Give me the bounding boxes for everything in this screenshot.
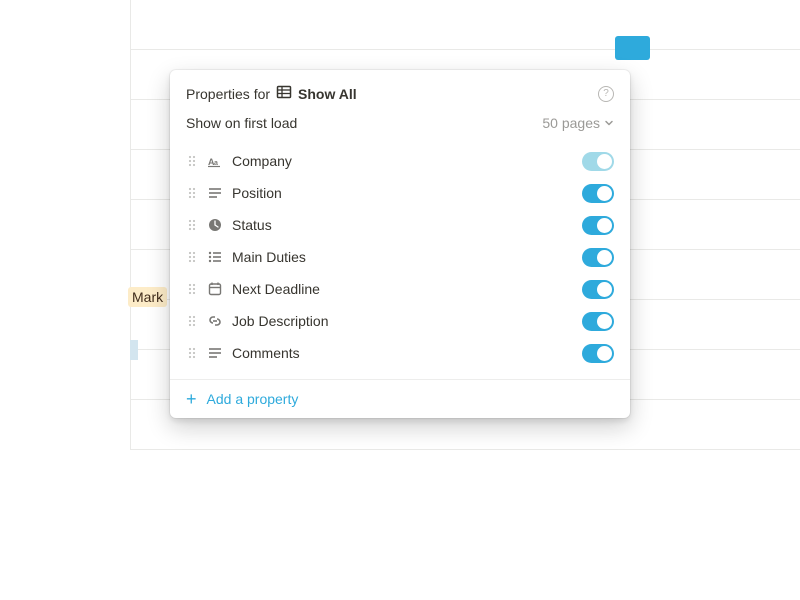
add-property-label: Add a property [207,391,299,407]
pages-value: 50 pages [542,115,600,131]
visibility-toggle[interactable] [582,344,614,363]
text-property-icon: Aa [206,153,224,169]
property-label: Main Duties [232,249,574,265]
link-property-icon [206,313,224,329]
property-row[interactable]: Aa Company [178,145,622,177]
help-icon[interactable]: ? [598,86,614,102]
first-load-label: Show on first load [186,115,297,131]
drag-handle-icon[interactable] [186,314,198,328]
chevron-down-icon [604,115,614,131]
property-label: Job Description [232,313,574,329]
property-row[interactable]: Main Duties [178,241,622,273]
drag-handle-icon[interactable] [186,186,198,200]
property-row[interactable]: Status [178,209,622,241]
background-cell-partial [130,340,138,360]
plus-icon: + [186,390,197,408]
status-property-icon [206,217,224,233]
visibility-toggle[interactable] [582,184,614,203]
drag-handle-icon[interactable] [186,154,198,168]
properties-panel: Properties for Show All ? Show on first … [170,70,630,418]
lines-property-icon [206,345,224,361]
panel-title-prefix: Properties for [186,86,270,102]
property-row[interactable]: Job Description [178,305,622,337]
drag-handle-icon[interactable] [186,250,198,264]
panel-subheader: Show on first load 50 pages [170,109,630,141]
table-view-icon [276,84,292,103]
date-property-icon [206,281,224,297]
pages-select[interactable]: 50 pages [542,115,614,131]
panel-header: Properties for Show All ? [170,70,630,109]
visibility-toggle[interactable] [582,216,614,235]
drag-handle-icon[interactable] [186,346,198,360]
property-label: Position [232,185,574,201]
lines-property-icon [206,185,224,201]
property-label: Comments [232,345,574,361]
property-label: Status [232,217,574,233]
new-button-partial[interactable] [615,36,650,60]
property-list: Aa Company Position Status Main Duties Next D… [170,141,630,379]
property-row[interactable]: Next Deadline [178,273,622,305]
drag-handle-icon[interactable] [186,282,198,296]
panel-title: Properties for Show All [186,84,357,103]
add-property-button[interactable]: + Add a property [170,379,630,418]
background-tag-partial: Mark [128,287,167,307]
visibility-toggle[interactable] [582,312,614,331]
visibility-toggle [582,152,614,171]
visibility-toggle[interactable] [582,280,614,299]
property-row[interactable]: Comments [178,337,622,369]
bullets-property-icon [206,249,224,265]
visibility-toggle[interactable] [582,248,614,267]
panel-title-view-name: Show All [298,86,357,102]
drag-handle-icon[interactable] [186,218,198,232]
property-label: Next Deadline [232,281,574,297]
property-row[interactable]: Position [178,177,622,209]
property-label: Company [232,153,574,169]
